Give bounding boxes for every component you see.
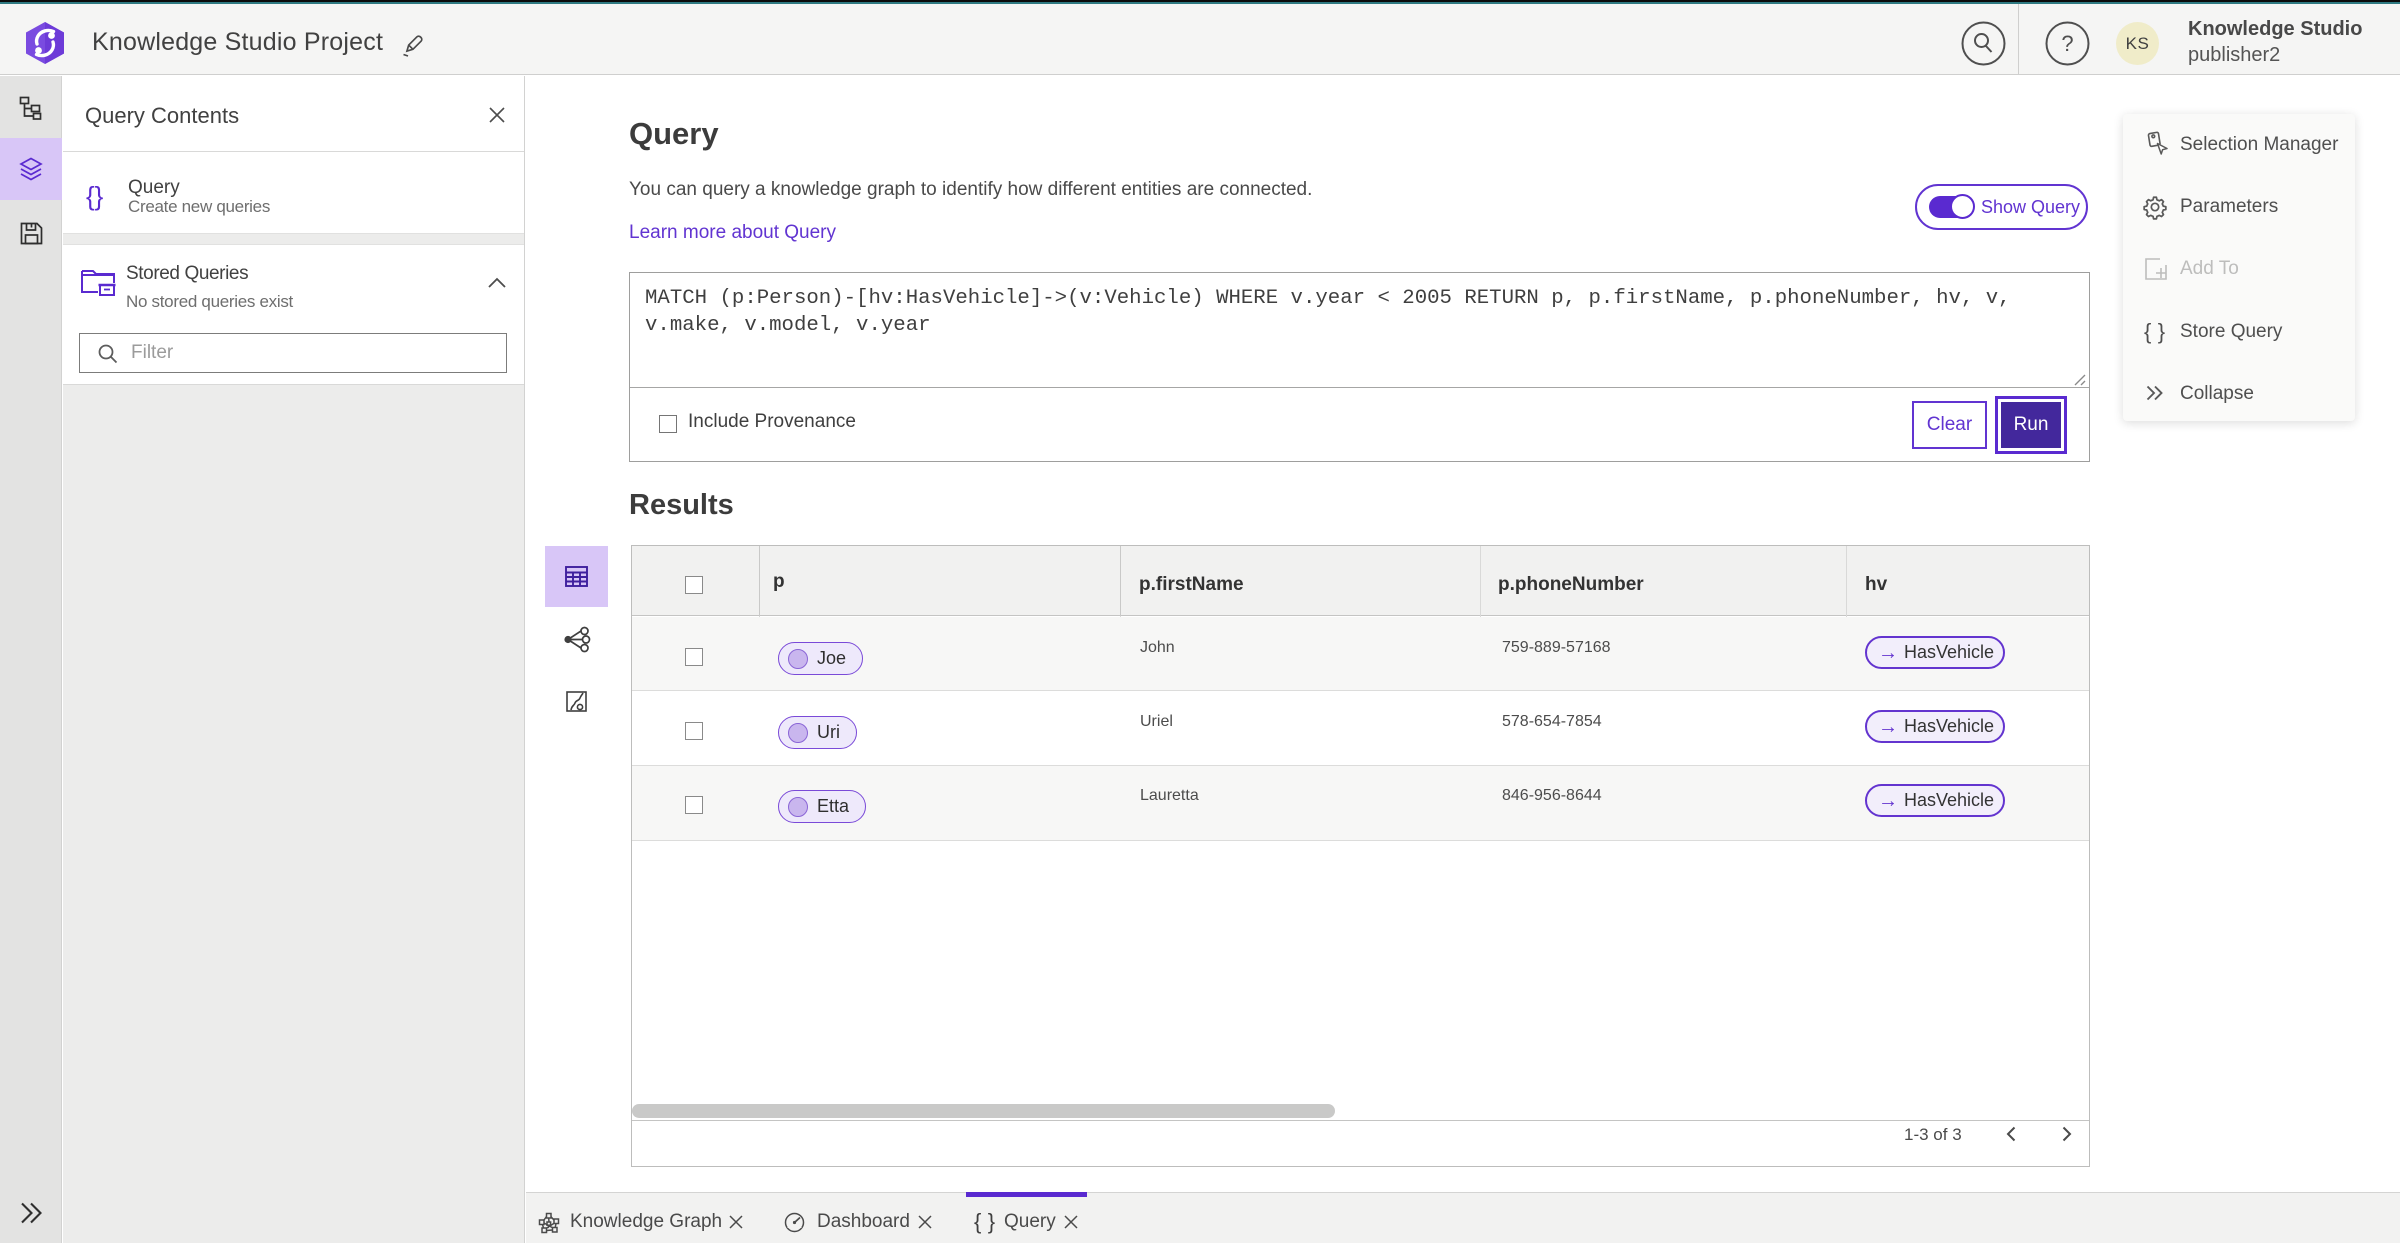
- svg-text:?: ?: [2061, 31, 2073, 56]
